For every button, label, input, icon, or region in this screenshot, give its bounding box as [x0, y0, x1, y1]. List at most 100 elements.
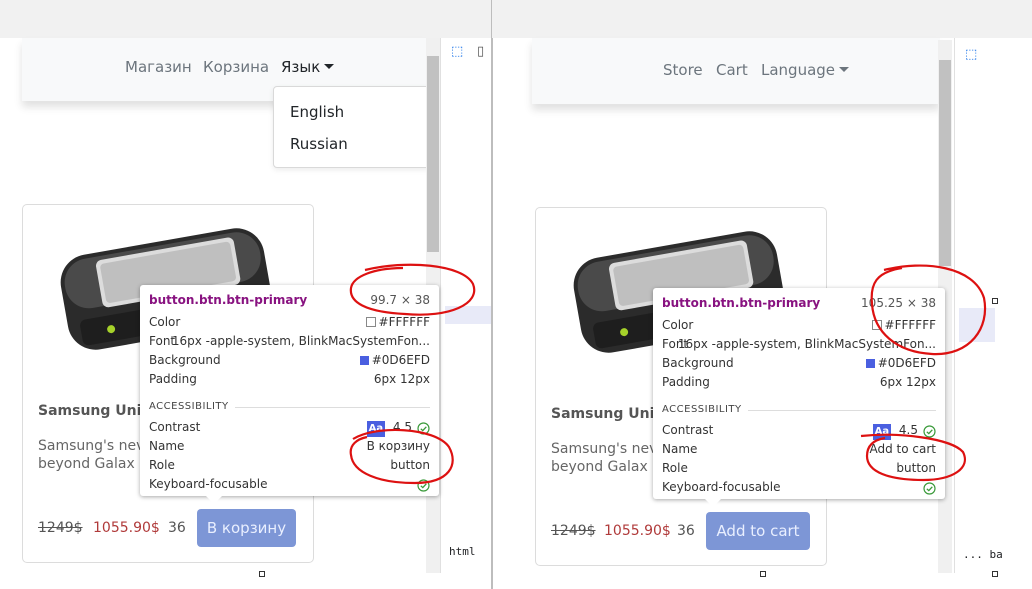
padding-label: Padding — [149, 372, 197, 386]
browser-top-strip — [0, 0, 492, 38]
background-value: #0D6EFD — [865, 356, 936, 370]
tooltip-selector: button.btn.btn-primary — [149, 293, 308, 307]
product-description-line2: beyond Galax — [551, 459, 648, 475]
tooltip-row-name: Name Add to cart — [662, 442, 936, 460]
resize-handle[interactable] — [992, 571, 998, 577]
nav-store-link[interactable]: Store — [663, 61, 703, 79]
tooltip-row-contrast: Contrast Aa 4.5 — [149, 420, 430, 438]
tooltip-row-background: Background #0D6EFD — [662, 356, 936, 374]
check-icon — [417, 422, 430, 435]
color-value: #FFFFFF — [871, 318, 936, 332]
tooltip-row-color: Color #FFFFFF — [662, 318, 936, 336]
contrast-badge: Aa — [366, 421, 385, 437]
background-label: Background — [149, 353, 221, 367]
devtools-breadcrumb-tab[interactable]: html — [449, 545, 476, 558]
padding-value: 6px 12px — [373, 372, 430, 386]
nav-store-link[interactable]: Магазин — [125, 58, 192, 76]
nav-language-toggle[interactable]: Язык — [281, 58, 335, 76]
name-value: Add to cart — [869, 442, 937, 456]
contrast-badge: Aa — [872, 424, 891, 440]
tooltip-row-contrast: Contrast Aa 4.5 — [662, 423, 936, 441]
font-value: 16px -apple-system, BlinkMacSystemFon... — [677, 337, 936, 351]
navbar: Store Cart Language — [532, 38, 940, 104]
tooltip-arrow — [206, 496, 222, 504]
new-price: 1055.90$ — [93, 520, 160, 536]
devtools-selected-node — [445, 306, 492, 324]
accessibility-section-label: ACCESSIBILITY — [662, 404, 742, 415]
color-value-text: #FFFFFF — [378, 315, 430, 329]
tooltip-row-padding: Padding 6px 12px — [149, 372, 430, 390]
devtools-breadcrumb-tab[interactable]: ... ba — [963, 548, 1003, 561]
language-label: Язык — [281, 58, 321, 76]
role-value: button — [390, 458, 430, 472]
role-label: Role — [149, 458, 175, 472]
resize-handle[interactable] — [259, 571, 265, 577]
focusable-label: Keyboard-focusable — [662, 480, 781, 494]
language-label: Language — [761, 61, 836, 79]
contrast-ratio: 4.5 — [392, 420, 412, 434]
check-icon — [923, 482, 936, 495]
white-swatch-icon — [871, 320, 882, 330]
dropdown-item-english[interactable]: English — [290, 103, 344, 121]
tooltip-arrow — [705, 499, 721, 507]
tooltip-row-font: Font 16px -apple-system, BlinkMacSystemF… — [662, 337, 936, 355]
add-to-cart-button[interactable]: В корзину — [197, 509, 296, 547]
color-label: Color — [662, 318, 694, 332]
product-title: Samsung Univ — [38, 403, 151, 419]
padding-label: Padding — [662, 375, 710, 389]
background-value-text: #0D6EFD — [371, 353, 430, 367]
color-label: Color — [149, 315, 181, 329]
product-title: Samsung Univ — [551, 406, 664, 422]
blue-swatch-icon — [359, 356, 369, 365]
padding-value: 6px 12px — [879, 375, 936, 389]
background-label: Background — [662, 356, 734, 370]
color-value-text: #FFFFFF — [884, 318, 936, 332]
devtools-selected-node — [959, 308, 995, 342]
font-value: 16px -apple-system, BlinkMacSystemFon... — [171, 334, 430, 348]
device-toolbar-icon[interactable]: ▯ — [477, 44, 484, 59]
background-value: #0D6EFD — [359, 353, 430, 367]
tooltip-row-color: Color #FFFFFF — [149, 315, 430, 333]
old-price: 1249$ — [551, 523, 596, 539]
product-description-line2: beyond Galax — [38, 456, 135, 472]
role-label: Role — [662, 461, 688, 475]
name-label: Name — [662, 442, 698, 456]
inspector-tooltip: button.btn.btn-primary 99.7 × 38 Color #… — [140, 285, 439, 504]
resize-handle[interactable] — [992, 298, 998, 304]
scrollbar-thumb[interactable] — [939, 60, 951, 266]
tooltip-row-role: Role button — [662, 461, 936, 479]
add-to-cart-button[interactable]: Add to cart — [706, 512, 810, 550]
tooltip-dimensions: 105.25 × 38 — [861, 296, 936, 310]
white-swatch-icon — [365, 317, 376, 327]
new-price: 1055.90$ — [604, 523, 671, 539]
nav-cart-link[interactable]: Cart — [716, 61, 748, 79]
nav-cart-link[interactable]: Корзина — [203, 58, 269, 76]
tooltip-selector: button.btn.btn-primary — [662, 296, 821, 310]
browser-top-strip — [492, 0, 1032, 38]
tooltip-row-background: Background #0D6EFD — [149, 353, 430, 371]
tooltip-row-focusable: Keyboard-focusable — [662, 480, 936, 498]
contrast-label: Contrast — [149, 420, 201, 434]
scrollbar-thumb[interactable] — [427, 56, 439, 252]
nav-language-toggle[interactable]: Language — [761, 61, 850, 79]
dropdown-item-russian[interactable]: Russian — [290, 135, 348, 153]
section-divider — [235, 407, 430, 408]
tooltip-row-role: Role button — [149, 458, 430, 476]
caret-down-icon — [324, 64, 335, 69]
inspect-element-icon[interactable]: ⬚ — [965, 47, 977, 62]
stock-count: 36 — [168, 520, 186, 536]
contrast-value: Aa 4.5 — [366, 420, 412, 437]
product-description-line1: Samsung's nev — [551, 441, 658, 457]
name-label: Name — [149, 439, 185, 453]
check-icon — [417, 479, 430, 492]
left-screenshot-pane: Магазин Корзина Язык English Russian Sam… — [0, 0, 492, 589]
resize-handle[interactable] — [760, 571, 766, 577]
tooltip-row-focusable: Keyboard-focusable — [149, 477, 430, 495]
right-screenshot-pane: Store Cart Language Samsung Univ Samsung… — [492, 0, 1032, 589]
devtools-panel: ⬚ ▯ html — [440, 38, 492, 573]
tooltip-row-font: Font 16px -apple-system, BlinkMacSystemF… — [149, 334, 430, 352]
tooltip-row-padding: Padding 6px 12px — [662, 375, 936, 393]
inspect-element-icon[interactable]: ⬚ — [451, 44, 463, 59]
contrast-label: Contrast — [662, 423, 714, 437]
accessibility-section-label: ACCESSIBILITY — [149, 401, 229, 412]
